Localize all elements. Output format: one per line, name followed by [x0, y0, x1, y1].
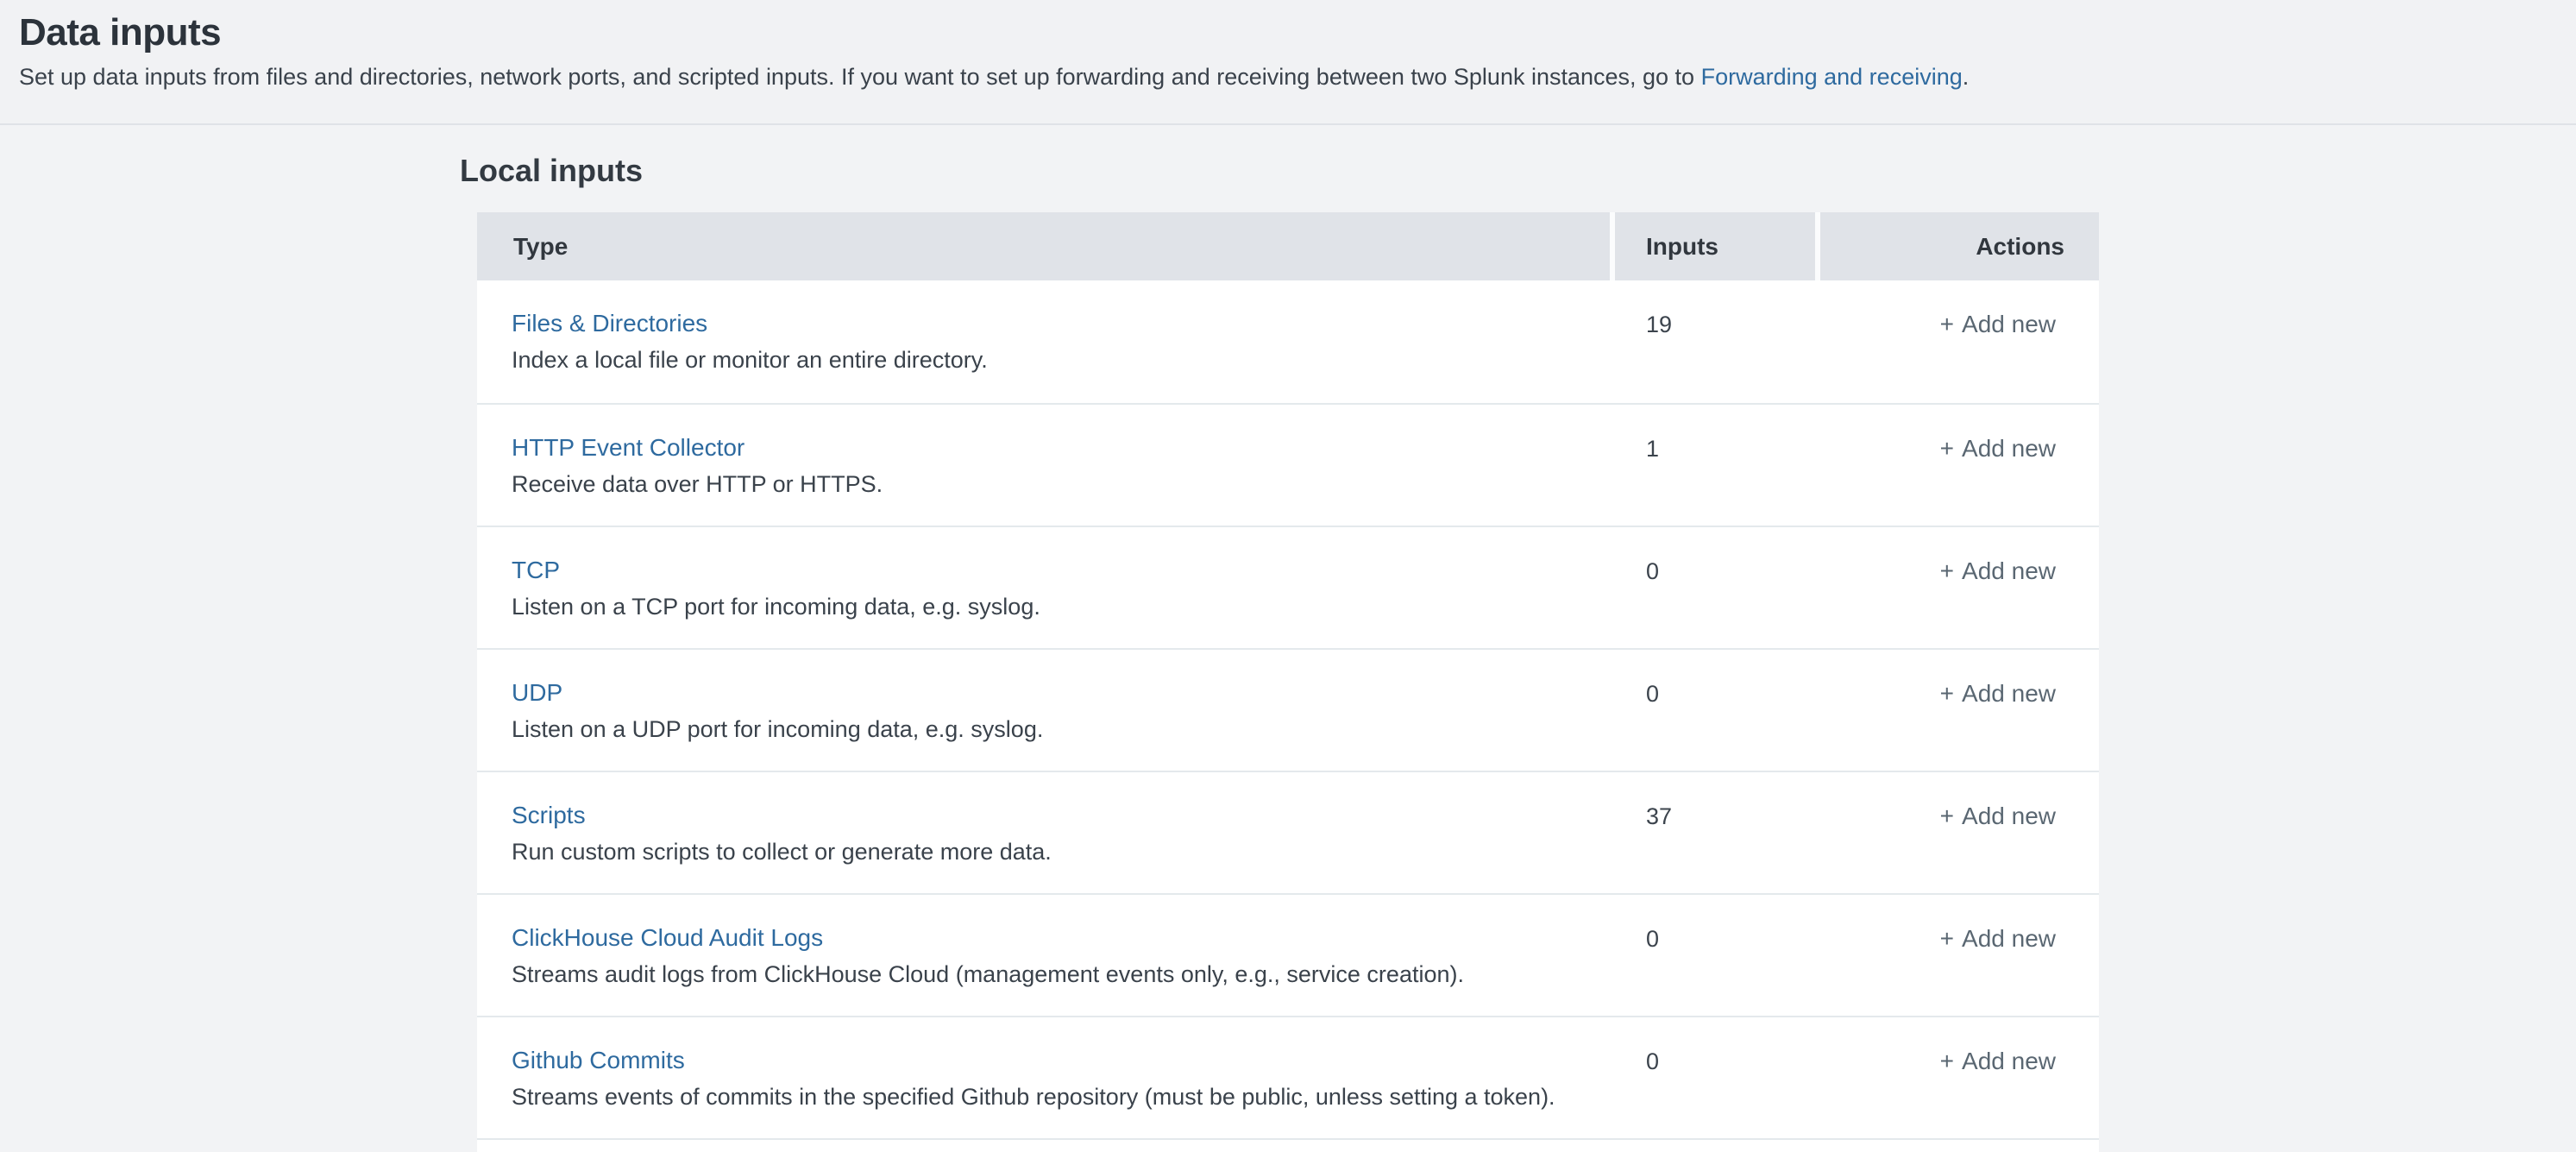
plus-icon: +	[1940, 1048, 1954, 1074]
inputs-count: 0	[1615, 650, 1820, 771]
add-new-button[interactable]: + Add new	[1940, 925, 2056, 952]
actions-cell: + Add new	[1820, 895, 2099, 1016]
actions-cell: + Add new	[1820, 527, 2099, 648]
page-title: Data inputs	[19, 10, 2541, 55]
inputs-count: 37	[1615, 772, 1820, 893]
type-cell: ClickHouse Cloud Audit Logs Streams audi…	[477, 895, 1615, 1016]
input-type-link[interactable]: Github Commits	[512, 1047, 685, 1074]
add-new-label: Add new	[1962, 803, 2056, 829]
type-cell: TCP Listen on a TCP port for incoming da…	[477, 527, 1615, 648]
column-header-actions: Actions	[1820, 212, 2099, 280]
actions-cell: + Add new	[1820, 405, 2099, 526]
actions-cell: + Add new	[1820, 650, 2099, 771]
inputs-count: 0	[1615, 895, 1820, 1016]
type-cell: UDP Listen on a UDP port for incoming da…	[477, 650, 1615, 771]
table-row: UDP Listen on a UDP port for incoming da…	[477, 648, 2099, 771]
actions-cell: + Add new	[1820, 280, 2099, 403]
inputs-count: 1	[1615, 405, 1820, 526]
input-type-description: Receive data over HTTP or HTTPS.	[512, 470, 1598, 498]
input-type-description: Listen on a TCP port for incoming data, …	[512, 593, 1598, 620]
table-row: ClickHouse Cloud Audit Logs Streams audi…	[477, 893, 2099, 1016]
type-cell: Files & Directories Index a local file o…	[477, 280, 1615, 403]
input-type-link[interactable]: UDP	[512, 679, 562, 707]
input-type-description: Streams events of commits in the specifi…	[512, 1083, 1598, 1111]
page-subtitle-text: Set up data inputs from files and direct…	[19, 64, 1701, 90]
page-subtitle: Set up data inputs from files and direct…	[19, 62, 2541, 91]
input-type-description: Listen on a UDP port for incoming data, …	[512, 715, 1598, 743]
table-row: HTTP Event Collector Receive data over H…	[477, 403, 2099, 526]
page-header: Data inputs Set up data inputs from file…	[0, 0, 2576, 125]
add-new-label: Add new	[1962, 311, 2056, 337]
add-new-button[interactable]: + Add new	[1940, 311, 2056, 337]
page-subtitle-period: .	[1963, 64, 1970, 90]
add-new-label: Add new	[1962, 925, 2056, 952]
add-new-label: Add new	[1962, 1048, 2056, 1074]
table-header-row: Type Inputs Actions	[477, 212, 2099, 280]
plus-icon: +	[1940, 925, 1954, 952]
table-row: Files & Directories Index a local file o…	[477, 280, 2099, 403]
inputs-count: 19	[1615, 280, 1820, 403]
input-type-link[interactable]: Scripts	[512, 802, 586, 829]
plus-icon: +	[1940, 557, 1954, 584]
table-row-partial	[477, 1138, 2099, 1152]
type-cell: Scripts Run custom scripts to collect or…	[477, 772, 1615, 893]
actions-cell: + Add new	[1820, 772, 2099, 893]
plus-icon: +	[1940, 680, 1954, 707]
add-new-label: Add new	[1962, 557, 2056, 584]
column-header-type: Type	[477, 212, 1610, 280]
table-row: TCP Listen on a TCP port for incoming da…	[477, 526, 2099, 648]
column-header-inputs: Inputs	[1615, 212, 1815, 280]
input-type-description: Streams audit logs from ClickHouse Cloud…	[512, 960, 1598, 988]
input-type-description: Run custom scripts to collect or generat…	[512, 838, 1598, 866]
add-new-label: Add new	[1962, 435, 2056, 462]
input-type-link[interactable]: Files & Directories	[512, 310, 707, 337]
table-row: Github Commits Streams events of commits…	[477, 1016, 2099, 1138]
input-type-link[interactable]: ClickHouse Cloud Audit Logs	[512, 924, 823, 952]
type-cell: Github Commits Streams events of commits…	[477, 1017, 1615, 1138]
add-new-label: Add new	[1962, 680, 2056, 707]
input-type-link[interactable]: TCP	[512, 557, 560, 584]
plus-icon: +	[1940, 311, 1954, 337]
forwarding-and-receiving-link[interactable]: Forwarding and receiving	[1701, 64, 1963, 90]
input-type-link[interactable]: HTTP Event Collector	[512, 434, 745, 462]
input-type-description: Index a local file or monitor an entire …	[512, 346, 1598, 374]
plus-icon: +	[1940, 435, 1954, 462]
main-content: Local inputs Type Inputs Actions Files &…	[0, 153, 2576, 1152]
actions-cell: + Add new	[1820, 1017, 2099, 1138]
local-inputs-table: Type Inputs Actions Files & Directories …	[477, 212, 2099, 1152]
add-new-button[interactable]: + Add new	[1940, 803, 2056, 829]
plus-icon: +	[1940, 803, 1954, 829]
table-row: Scripts Run custom scripts to collect or…	[477, 771, 2099, 893]
type-cell: HTTP Event Collector Receive data over H…	[477, 405, 1615, 526]
add-new-button[interactable]: + Add new	[1940, 1048, 2056, 1074]
inputs-count: 0	[1615, 527, 1820, 648]
local-inputs-heading: Local inputs	[460, 153, 2576, 189]
inputs-count: 0	[1615, 1017, 1820, 1138]
add-new-button[interactable]: + Add new	[1940, 680, 2056, 707]
add-new-button[interactable]: + Add new	[1940, 557, 2056, 584]
add-new-button[interactable]: + Add new	[1940, 435, 2056, 462]
